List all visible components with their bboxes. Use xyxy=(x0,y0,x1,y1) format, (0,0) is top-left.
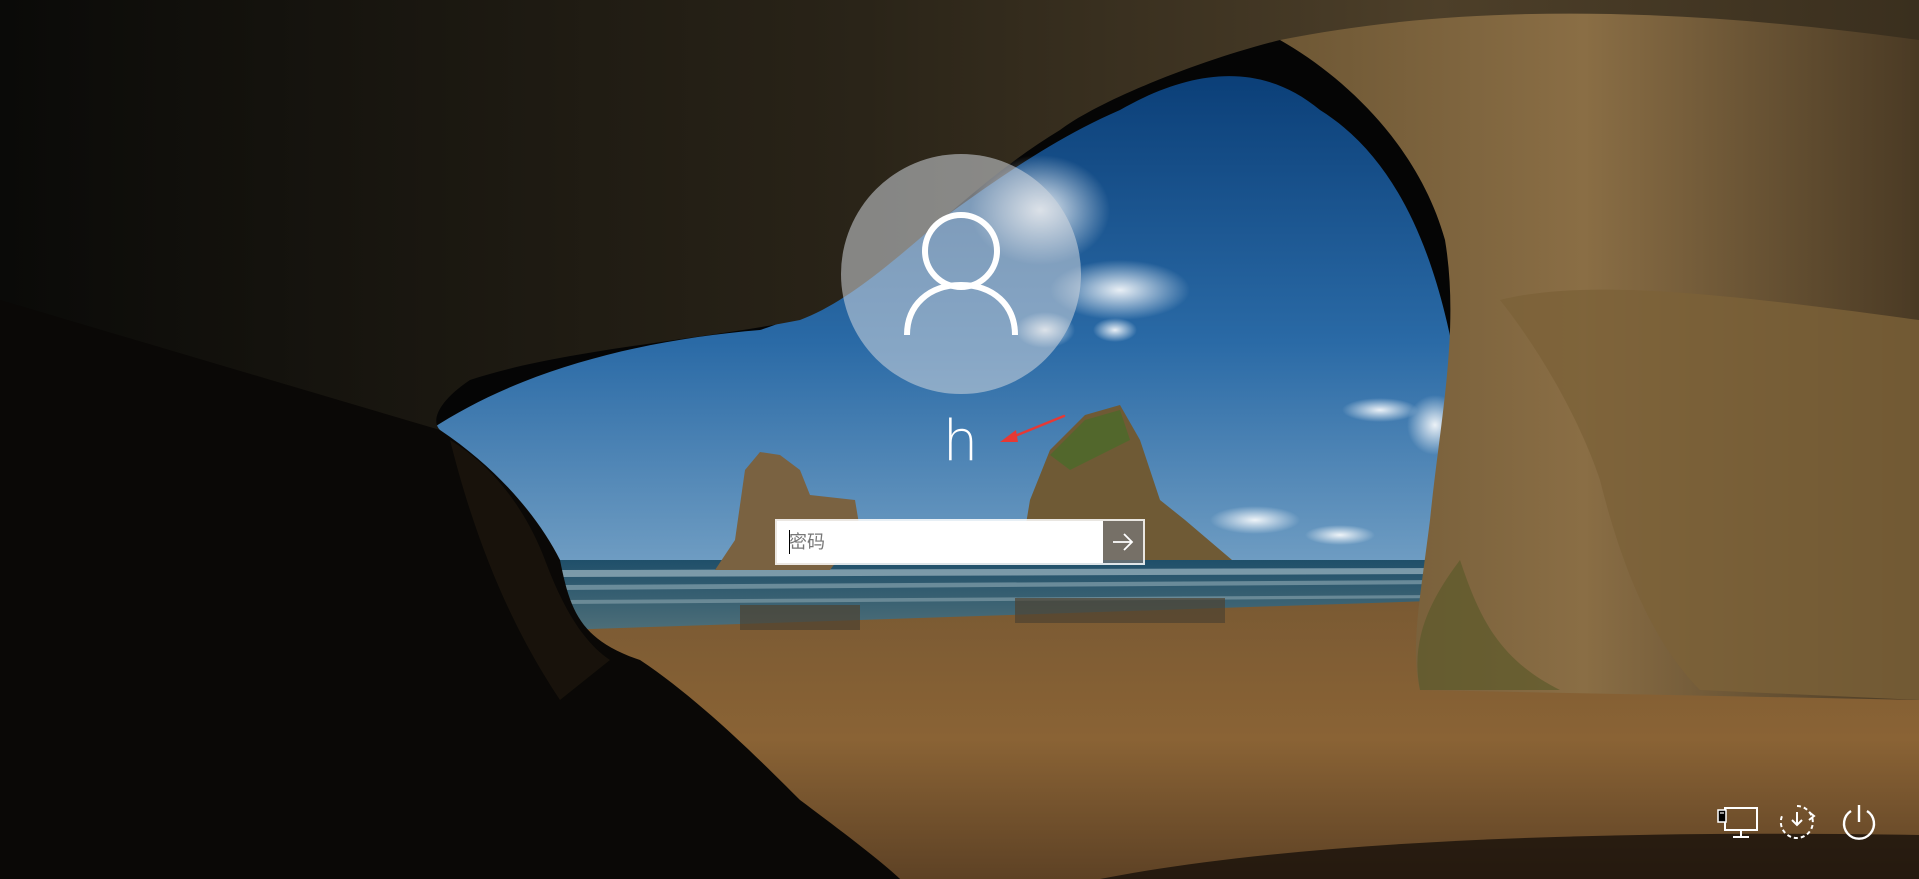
annotation-arrow-icon xyxy=(1000,414,1066,442)
text-cursor xyxy=(789,530,790,554)
submit-button[interactable] xyxy=(1103,521,1143,563)
user-avatar xyxy=(841,154,1081,394)
lock-screen: h xyxy=(0,0,1919,879)
network-icon xyxy=(1717,807,1758,838)
password-row xyxy=(775,519,1145,565)
password-field-wrapper xyxy=(777,521,1103,563)
arrow-right-icon xyxy=(1113,533,1134,551)
password-input[interactable] xyxy=(777,521,1103,563)
user-silhouette-icon xyxy=(904,212,1018,336)
power-icon xyxy=(1842,805,1876,840)
ease-of-access-icon xyxy=(1779,805,1816,839)
power-button[interactable] xyxy=(1834,797,1884,847)
ease-of-access-button[interactable] xyxy=(1772,797,1822,847)
network-button[interactable] xyxy=(1713,797,1763,847)
